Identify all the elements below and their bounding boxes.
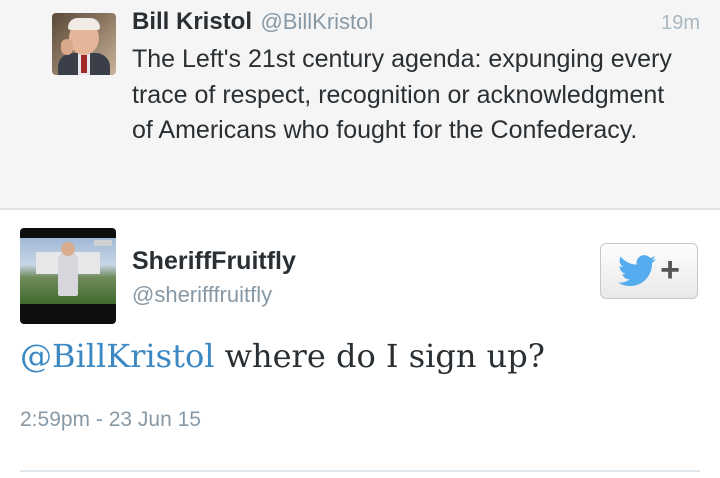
avatar[interactable]	[20, 228, 116, 324]
avatar-hand	[61, 39, 73, 55]
author-line: Bill Kristol @BillKristol	[132, 8, 373, 36]
divider	[20, 470, 700, 472]
avatar-corner-badge	[94, 240, 112, 246]
reply-body: where do I sign up?	[214, 337, 545, 375]
avatar-head	[61, 242, 75, 256]
plus-icon: +	[660, 251, 680, 289]
parent-tweet: Bill Kristol @BillKristol 19m The Left's…	[0, 0, 720, 210]
mention-link[interactable]: @BillKristol	[20, 337, 214, 375]
avatar-hair	[68, 18, 100, 30]
author-display-name[interactable]: Bill Kristol	[132, 8, 252, 35]
follow-button[interactable]: +	[600, 243, 698, 299]
relative-timestamp[interactable]: 19m	[661, 12, 700, 35]
avatar-person	[58, 252, 78, 296]
tweet-text: The Left's 21st century agenda: expungin…	[132, 45, 672, 144]
avatar[interactable]	[52, 13, 116, 75]
reply-author-display-name[interactable]: SheriffFruitfly	[132, 247, 296, 276]
author-screen-name[interactable]: @BillKristol	[260, 9, 373, 34]
avatar-tie	[81, 55, 87, 73]
reply-author-screen-name[interactable]: @sherifffruitfly	[132, 282, 272, 308]
reply-timestamp[interactable]: 2:59pm - 23 Jun 15	[20, 408, 201, 432]
twitter-bird-icon	[618, 255, 657, 287]
reply-tweet-text: @BillKristol where do I sign up?	[20, 337, 545, 375]
